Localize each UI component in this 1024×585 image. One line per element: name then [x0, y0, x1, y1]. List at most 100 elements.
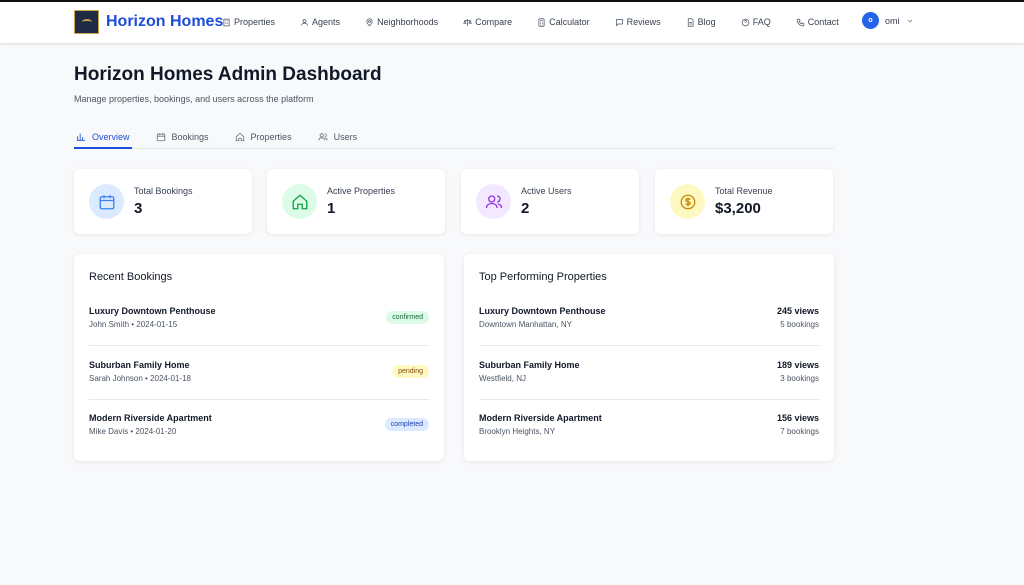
page-title: Horizon Homes Admin Dashboard — [74, 64, 382, 85]
property-location: Downtown Manhattan, NY — [479, 320, 572, 329]
booking-property: Modern Riverside Apartment — [89, 413, 212, 423]
user-name: omi — [885, 15, 900, 26]
property-views: 189 views — [776, 360, 819, 370]
stat-label: Total Bookings — [134, 186, 193, 196]
stat-label: Active Properties — [327, 186, 396, 196]
property-bookings: 3 bookings — [780, 374, 819, 383]
stat-card-total-bookings: Total Bookings 3 — [74, 169, 252, 234]
nav-agents[interactable]: Agents — [300, 17, 340, 27]
stat-icon-wrap — [476, 184, 511, 219]
status-badge: completed — [384, 418, 429, 431]
tab-properties[interactable]: Properties — [233, 126, 294, 148]
message-icon — [615, 18, 623, 26]
list-item[interactable]: Modern Riverside Apartment Brooklyn Heig… — [479, 413, 819, 453]
tab-bookings-label: Bookings — [171, 132, 209, 142]
booking-meta: John Smith • 2024-01-15 — [89, 320, 178, 329]
stat-value: $3,200 — [715, 200, 761, 217]
nav-reviews[interactable]: Reviews — [615, 17, 661, 27]
help-icon — [741, 18, 749, 26]
home-icon — [235, 132, 244, 142]
list-item[interactable]: Suburban Family Home Westfield, NJ 189 v… — [479, 360, 819, 400]
stat-label: Total Revenue — [715, 186, 773, 196]
stat-icon-wrap — [89, 184, 124, 219]
stat-value: 2 — [521, 200, 530, 217]
tab-bookings[interactable]: Bookings — [154, 126, 211, 148]
agents-icon — [301, 18, 308, 26]
nav-compare-label: Compare — [475, 17, 513, 27]
nav-contact[interactable]: Contact — [796, 17, 839, 27]
panel-title: Recent Bookings — [89, 271, 173, 283]
logo-image[interactable] — [74, 10, 99, 34]
brand-name[interactable]: Horizon Homes — [106, 13, 223, 31]
stat-icon-wrap — [282, 184, 317, 219]
page-subtitle: Manage properties, bookings, and users a… — [74, 94, 314, 104]
scale-icon — [463, 18, 472, 26]
booking-meta: Sarah Johnson • 2024-01-18 — [89, 374, 191, 383]
property-bookings: 5 bookings — [780, 320, 819, 329]
nav-agents-label: Agents — [312, 17, 341, 27]
nav-reviews-label: Reviews — [626, 17, 661, 27]
main-nav: Properties Agents Neighborhoods Compare … — [222, 4, 864, 40]
property-location: Brooklyn Heights, NY — [479, 427, 556, 436]
users-icon — [317, 133, 328, 141]
stat-value: 1 — [327, 200, 336, 217]
property-name: Suburban Family Home — [479, 360, 580, 370]
map-pin-icon — [366, 17, 373, 26]
building-icon — [223, 18, 230, 26]
tab-overview[interactable]: Overview — [74, 126, 132, 149]
nav-faq[interactable]: FAQ — [741, 17, 771, 27]
top-navbar: Horizon Homes Properties Agents Neighbor… — [0, 2, 1024, 43]
phone-icon — [796, 18, 804, 26]
calendar-icon — [99, 194, 114, 209]
booking-property: Luxury Downtown Penthouse — [89, 306, 216, 316]
status-badge: confirmed — [386, 311, 429, 324]
list-item[interactable]: Luxury Downtown Penthouse Downtown Manha… — [479, 306, 819, 346]
property-name: Modern Riverside Apartment — [479, 413, 602, 423]
nav-calculator[interactable]: Calculator — [537, 17, 590, 27]
property-views: 245 views — [776, 306, 819, 316]
nav-faq-label: FAQ — [752, 17, 771, 27]
status-badge: pending — [392, 365, 429, 378]
top-properties-panel: Top Performing Properties Luxury Downtow… — [464, 254, 834, 461]
dashboard-tabs: Overview Bookings Properties Users — [74, 126, 834, 149]
property-bookings: 7 bookings — [780, 427, 819, 436]
calendar-icon — [156, 133, 165, 142]
property-name: Luxury Downtown Penthouse — [479, 306, 606, 316]
nav-compare[interactable]: Compare — [463, 17, 512, 27]
nav-contact-label: Contact — [807, 17, 839, 27]
recent-bookings-panel: Recent Bookings Luxury Downtown Penthous… — [74, 254, 444, 461]
booking-meta: Mike Davis • 2024-01-20 — [89, 427, 177, 436]
list-item[interactable]: Modern Riverside Apartment Mike Davis • … — [89, 413, 429, 453]
tab-properties-label: Properties — [250, 132, 292, 142]
property-location: Westfield, NJ — [479, 374, 526, 383]
dollar-icon — [680, 194, 695, 209]
nav-neighborhoods-label: Neighborhoods — [377, 17, 439, 27]
nav-blog-label: Blog — [697, 17, 716, 27]
users-icon — [485, 194, 502, 208]
stat-icon-wrap — [670, 184, 705, 219]
tab-users-label: Users — [333, 132, 358, 142]
booking-property: Suburban Family Home — [89, 360, 190, 370]
document-icon — [687, 17, 694, 27]
tab-overview-label: Overview — [92, 131, 130, 142]
nav-neighborhoods[interactable]: Neighborhoods — [365, 17, 438, 27]
chevron-down-icon — [907, 19, 912, 22]
avatar: o — [862, 12, 879, 29]
nav-blog[interactable]: Blog — [686, 17, 716, 27]
nav-calculator-label: Calculator — [549, 17, 590, 27]
stat-card-active-users: Active Users 2 — [461, 169, 639, 234]
list-item[interactable]: Suburban Family Home Sarah Johnson • 202… — [89, 360, 429, 400]
property-views: 156 views — [776, 413, 819, 423]
panel-title: Top Performing Properties — [479, 271, 607, 283]
user-menu[interactable]: o omi — [862, 12, 914, 29]
home-icon — [292, 193, 307, 209]
bar-chart-icon — [76, 133, 86, 141]
calculator-icon — [538, 17, 545, 27]
stat-value: 3 — [134, 200, 143, 217]
stat-card-active-properties: Active Properties 1 — [267, 169, 445, 234]
nav-properties-label: Properties — [234, 17, 276, 27]
tab-users[interactable]: Users — [316, 126, 360, 148]
stat-card-total-revenue: Total Revenue $3,200 — [655, 169, 833, 234]
nav-properties[interactable]: Properties — [222, 17, 275, 27]
list-item[interactable]: Luxury Downtown Penthouse John Smith • 2… — [89, 306, 429, 346]
